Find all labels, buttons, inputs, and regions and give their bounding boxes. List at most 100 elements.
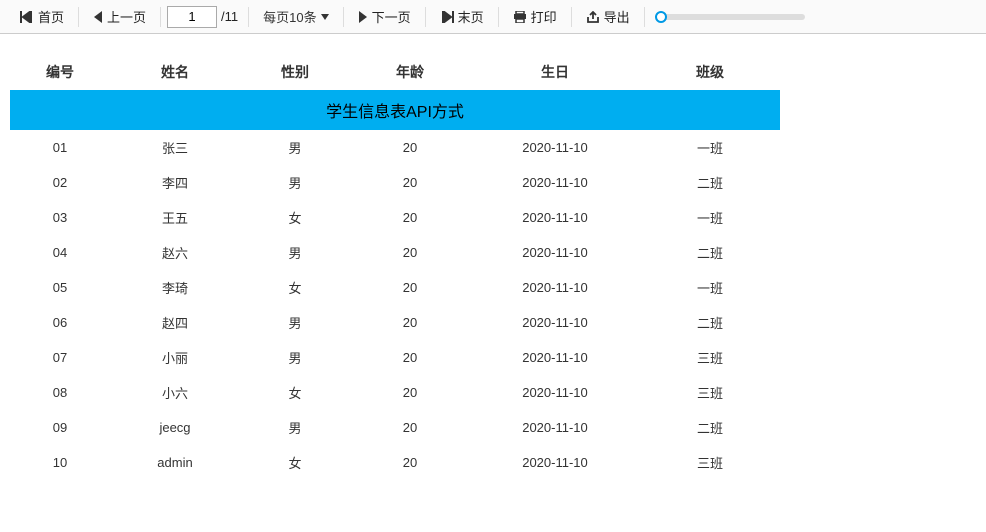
cell-name: 小六 [110, 375, 240, 410]
prev-label: 上一页 [107, 7, 146, 26]
page-total-label: /11 [221, 9, 246, 24]
cell-birthday: 2020-11-10 [470, 235, 640, 270]
cell-id: 10 [10, 445, 110, 480]
cell-birthday: 2020-11-10 [470, 200, 640, 235]
cell-name: 王五 [110, 200, 240, 235]
separator [343, 7, 344, 27]
cell-class: 二班 [640, 305, 780, 340]
cell-name: admin [110, 445, 240, 480]
cell-id: 02 [10, 165, 110, 200]
cell-class: 一班 [640, 200, 780, 235]
separator [571, 7, 572, 27]
content-area: 学生信息表API方式 编号 姓名 性别 年龄 生日 班级 01张三男202020… [0, 34, 986, 500]
table-row: 06赵四男202020-11-10二班 [10, 305, 780, 340]
cell-sex: 女 [240, 375, 350, 410]
first-icon [20, 11, 34, 23]
page-size-dropdown[interactable]: 每页10条 [251, 0, 340, 33]
table-row: 02李四男202020-11-10二班 [10, 165, 780, 200]
print-button[interactable]: 打印 [501, 0, 569, 33]
export-button[interactable]: 导出 [574, 0, 642, 33]
cell-class: 三班 [640, 340, 780, 375]
separator [644, 7, 645, 27]
header-birthday: 生日 [470, 54, 640, 90]
student-table: 学生信息表API方式 编号 姓名 性别 年龄 生日 班级 01张三男202020… [10, 54, 780, 480]
header-id: 编号 [10, 54, 110, 90]
next-icon [358, 11, 368, 23]
export-icon [586, 11, 600, 23]
cell-class: 一班 [640, 130, 780, 165]
progress-knob[interactable] [655, 11, 667, 23]
cell-birthday: 2020-11-10 [470, 375, 640, 410]
last-label: 末页 [458, 7, 484, 26]
separator [498, 7, 499, 27]
table-row: 10admin女202020-11-10三班 [10, 445, 780, 480]
table-title: 学生信息表API方式 [10, 90, 780, 130]
table-row: 08小六女202020-11-10三班 [10, 375, 780, 410]
cell-name: 李琦 [110, 270, 240, 305]
table-title-row: 学生信息表API方式 [10, 90, 780, 130]
header-sex: 性别 [240, 54, 350, 90]
cell-birthday: 2020-11-10 [470, 130, 640, 165]
first-page-button[interactable]: 首页 [8, 0, 76, 33]
cell-birthday: 2020-11-10 [470, 445, 640, 480]
cell-name: 张三 [110, 130, 240, 165]
cell-age: 20 [350, 340, 470, 375]
cell-age: 20 [350, 270, 470, 305]
next-page-button[interactable]: 下一页 [346, 0, 423, 33]
separator [78, 7, 79, 27]
header-class: 班级 [640, 54, 780, 90]
pagination-toolbar: 首页 上一页 /11 每页10条 下一页 末页 打印 [0, 0, 986, 34]
cell-age: 20 [350, 305, 470, 340]
separator [248, 7, 249, 27]
cell-id: 03 [10, 200, 110, 235]
cell-birthday: 2020-11-10 [470, 270, 640, 305]
table-row: 05李琦女202020-11-10一班 [10, 270, 780, 305]
progress-slider[interactable] [655, 14, 805, 20]
separator [160, 7, 161, 27]
cell-id: 06 [10, 305, 110, 340]
cell-birthday: 2020-11-10 [470, 165, 640, 200]
cell-id: 01 [10, 130, 110, 165]
cell-age: 20 [350, 445, 470, 480]
cell-sex: 男 [240, 410, 350, 445]
cell-birthday: 2020-11-10 [470, 410, 640, 445]
table-row: 03王五女202020-11-10一班 [10, 200, 780, 235]
table-row: 09jeecg男202020-11-10二班 [10, 410, 780, 445]
separator [425, 7, 426, 27]
cell-sex: 女 [240, 200, 350, 235]
cell-age: 20 [350, 375, 470, 410]
print-icon [513, 11, 527, 23]
prev-page-button[interactable]: 上一页 [81, 0, 158, 33]
cell-sex: 男 [240, 235, 350, 270]
cell-birthday: 2020-11-10 [470, 340, 640, 375]
cell-sex: 男 [240, 340, 350, 375]
cell-sex: 男 [240, 130, 350, 165]
cell-name: 李四 [110, 165, 240, 200]
page-size-label: 每页10条 [263, 7, 316, 26]
cell-id: 07 [10, 340, 110, 375]
cell-age: 20 [350, 165, 470, 200]
cell-name: 赵六 [110, 235, 240, 270]
last-icon [440, 11, 454, 23]
table-row: 04赵六男202020-11-10二班 [10, 235, 780, 270]
print-label: 打印 [531, 7, 557, 26]
table-row: 07小丽男202020-11-10三班 [10, 340, 780, 375]
header-age: 年龄 [350, 54, 470, 90]
cell-class: 二班 [640, 410, 780, 445]
last-page-button[interactable]: 末页 [428, 0, 496, 33]
cell-sex: 女 [240, 270, 350, 305]
cell-name: jeecg [110, 410, 240, 445]
cell-class: 二班 [640, 165, 780, 200]
table-row: 01张三男202020-11-10一班 [10, 130, 780, 165]
cell-id: 08 [10, 375, 110, 410]
cell-sex: 男 [240, 165, 350, 200]
cell-class: 三班 [640, 445, 780, 480]
cell-birthday: 2020-11-10 [470, 305, 640, 340]
export-label: 导出 [604, 7, 630, 26]
cell-class: 一班 [640, 270, 780, 305]
cell-age: 20 [350, 410, 470, 445]
cell-sex: 男 [240, 305, 350, 340]
page-number-input[interactable] [167, 6, 217, 28]
cell-age: 20 [350, 130, 470, 165]
first-label: 首页 [38, 7, 64, 26]
